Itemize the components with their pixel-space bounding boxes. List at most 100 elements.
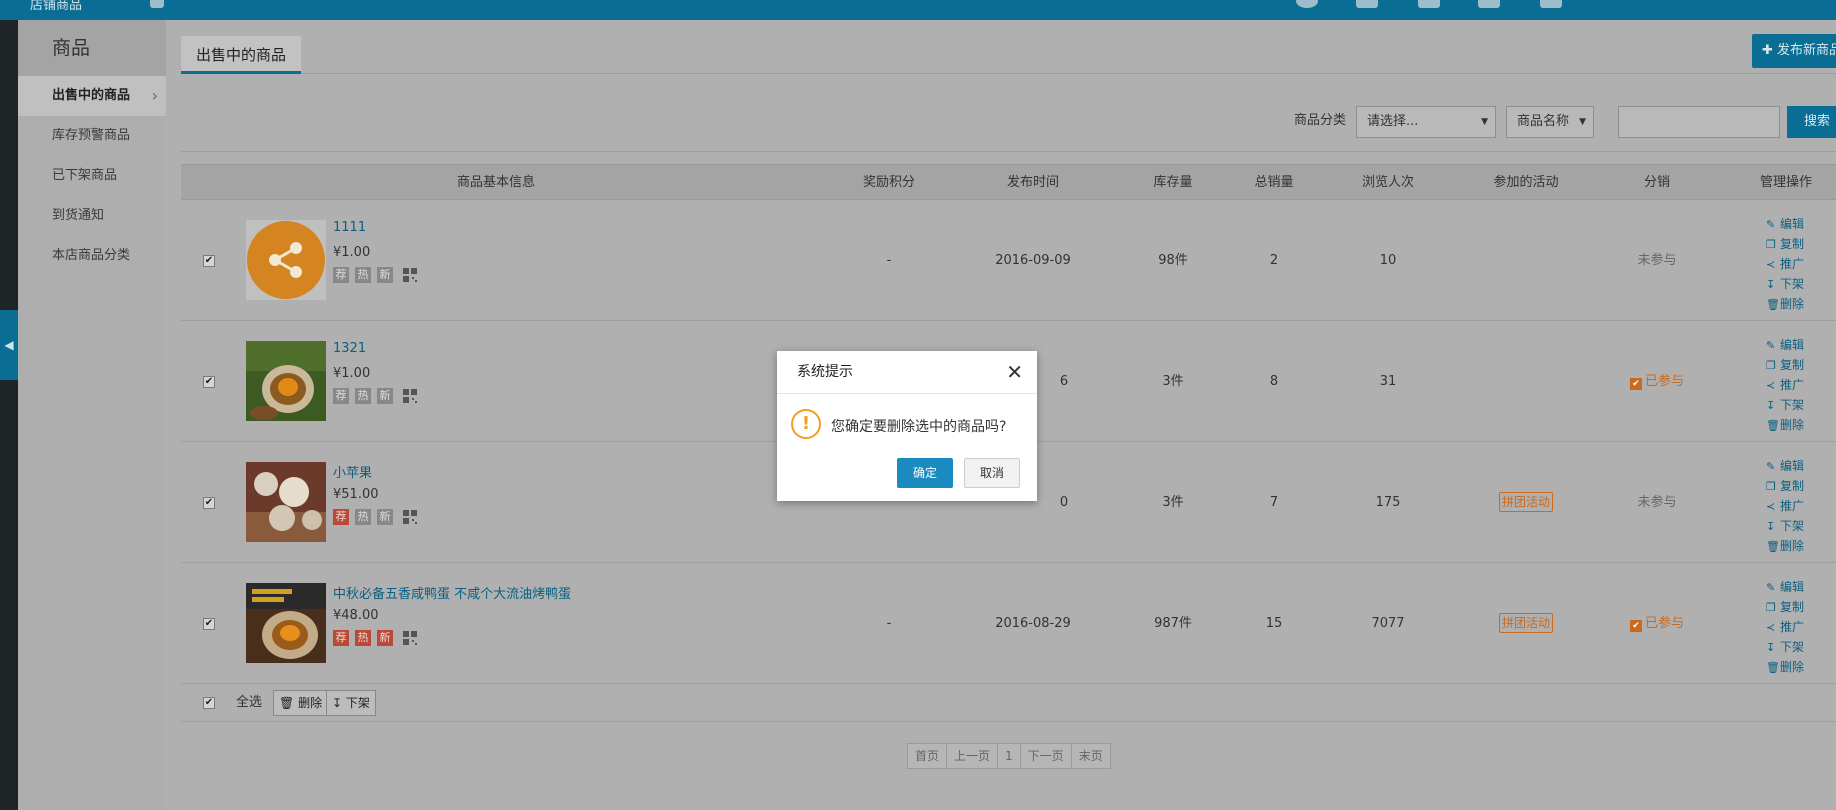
promote-link[interactable]: ≺ 推广: [1766, 254, 1804, 274]
avatar[interactable]: [1540, 0, 1562, 8]
distribution-label: 已参与: [1644, 616, 1684, 631]
delete-link[interactable]: 🗑删除: [1766, 657, 1804, 677]
delete-link[interactable]: 🗑删除: [1766, 536, 1804, 556]
op-label: 复制: [1780, 237, 1805, 251]
cancel-button[interactable]: 取消: [964, 458, 1020, 488]
unshelve-link[interactable]: ↧ 下架: [1766, 516, 1804, 536]
page-next[interactable]: 下一页: [1019, 743, 1072, 769]
promote-link[interactable]: ≺ 推广: [1766, 375, 1804, 395]
sidebar-item-on-sale[interactable]: 出售中的商品 ›: [18, 76, 166, 116]
op-label: 删除: [1780, 418, 1805, 432]
product-name-link[interactable]: 中秋必备五香咸鸭蛋 不咸个大流油烤鸭蛋: [333, 583, 571, 602]
unshelve-link[interactable]: ↧ 下架: [1766, 637, 1804, 657]
edit-link[interactable]: ✎ 编辑: [1766, 577, 1804, 597]
op-label: 复制: [1780, 358, 1805, 372]
qrcode-icon[interactable]: [403, 389, 418, 403]
tag-recommend[interactable]: 荐: [333, 388, 349, 404]
tag-recommend[interactable]: 荐: [333, 267, 349, 283]
row-checkbox[interactable]: ✔: [203, 497, 215, 509]
sidebar-item-store-category[interactable]: 本店商品分类: [18, 236, 166, 276]
tag-recommend[interactable]: 荐: [333, 630, 349, 646]
row-checkbox[interactable]: ✔: [203, 255, 215, 267]
sales-count: 8: [1269, 374, 1279, 389]
arrow-down-icon: ↧: [332, 696, 346, 710]
page-prev[interactable]: 上一页: [946, 743, 999, 769]
help-icon[interactable]: [1296, 0, 1318, 8]
copy-link[interactable]: ❐ 复制: [1766, 597, 1804, 617]
message-icon[interactable]: [1418, 0, 1440, 8]
publish-new-product-button[interactable]: ✚ 发布新商品: [1752, 34, 1836, 68]
sidebar-item-label: 库存预警商品: [52, 128, 131, 143]
product-name-link[interactable]: 小苹果: [333, 462, 372, 481]
tag-new[interactable]: 新: [377, 630, 393, 646]
edit-link[interactable]: ✎ 编辑: [1766, 214, 1804, 234]
product-thumbnail[interactable]: [246, 220, 326, 300]
keyword-input[interactable]: [1618, 106, 1780, 138]
page-last[interactable]: 末页: [1070, 743, 1111, 769]
product-thumbnail[interactable]: [246, 462, 326, 542]
group-buy-badge[interactable]: 拼团活动: [1498, 613, 1553, 633]
op-label: 编辑: [1780, 580, 1805, 594]
tag-hot[interactable]: 热: [355, 388, 371, 404]
close-icon[interactable]: ✕: [1006, 351, 1023, 394]
promote-link[interactable]: ≺ 推广: [1766, 617, 1804, 637]
page-first[interactable]: 首页: [907, 743, 948, 769]
tag-hot[interactable]: 热: [355, 630, 371, 646]
share-icon: ≺: [1766, 379, 1776, 392]
tag-hot[interactable]: 热: [355, 509, 371, 525]
unshelve-link[interactable]: ↧ 下架: [1766, 395, 1804, 415]
product-name-link[interactable]: 1321: [333, 341, 366, 356]
edit-link[interactable]: ✎ 编辑: [1766, 456, 1804, 476]
sidebar-item-stock-warning[interactable]: 库存预警商品: [18, 116, 166, 156]
group-buy-badge[interactable]: 拼团活动: [1498, 492, 1553, 512]
confirm-button[interactable]: 确定: [897, 458, 953, 488]
search-field-select[interactable]: 商品名称 ▼: [1506, 106, 1594, 138]
trash-icon: 🗑: [279, 696, 299, 710]
tag-new[interactable]: 新: [377, 388, 393, 404]
bulk-unshelve-button[interactable]: ↧ 下架: [326, 690, 376, 716]
tab-on-sale[interactable]: 出售中的商品: [181, 36, 302, 74]
edit-link[interactable]: ✎ 编辑: [1766, 335, 1804, 355]
op-label: 复制: [1780, 479, 1805, 493]
category-label: 商品分类: [1294, 113, 1347, 128]
bulk-delete-button[interactable]: 🗑 删除: [273, 690, 329, 716]
tag-recommend[interactable]: 荐: [333, 509, 349, 525]
qr-icon[interactable]: [150, 0, 164, 8]
qrcode-icon[interactable]: [403, 510, 418, 524]
sidebar-item-off-shelf[interactable]: 已下架商品: [18, 156, 166, 196]
delete-link[interactable]: 🗑删除: [1766, 415, 1804, 435]
copy-link[interactable]: ❐ 复制: [1766, 355, 1804, 375]
activity-cell: 拼团活动: [1476, 563, 1576, 684]
row-checkbox[interactable]: ✔: [203, 618, 215, 630]
edit-icon: ✎: [1766, 218, 1776, 231]
sidebar-item-arrival-notice[interactable]: 到货通知: [18, 196, 166, 236]
delete-link[interactable]: 🗑删除: [1766, 294, 1804, 314]
promote-link[interactable]: ≺ 推广: [1766, 496, 1804, 516]
qrcode-icon[interactable]: [403, 268, 418, 282]
arrow-down-icon: ↧: [1766, 641, 1776, 654]
page-number[interactable]: 1: [997, 743, 1021, 769]
product-name-link[interactable]: 1111: [333, 220, 366, 235]
qrcode-icon[interactable]: [403, 631, 418, 645]
copy-link[interactable]: ❐ 复制: [1766, 476, 1804, 496]
product-image: [246, 583, 326, 663]
product-thumbnail[interactable]: [246, 583, 326, 663]
row-checkbox[interactable]: ✔: [203, 376, 215, 388]
category-select[interactable]: 请选择... ▼: [1356, 106, 1496, 138]
tag-new[interactable]: 新: [377, 509, 393, 525]
unshelve-link[interactable]: ↧ 下架: [1766, 274, 1804, 294]
search-button[interactable]: 搜索: [1787, 106, 1836, 138]
col-basic-info: 商品基本信息: [456, 175, 535, 190]
tag-new[interactable]: 新: [377, 267, 393, 283]
distribution-status: ✔ 已参与: [1617, 321, 1697, 442]
collapse-handle[interactable]: ◀: [0, 310, 18, 380]
distribution-status: ✔ 已参与: [1617, 563, 1697, 684]
select-all-checkbox[interactable]: ✔: [203, 697, 215, 709]
tag-hot[interactable]: 热: [355, 267, 371, 283]
product-thumbnail[interactable]: [246, 341, 326, 421]
table-header: 商品基本信息 奖励积分 发布时间 库存量 总销量 浏览人次 参加的活动 分销 管…: [181, 164, 1836, 200]
grid-icon[interactable]: [1356, 0, 1378, 8]
op-label: 编辑: [1780, 338, 1805, 352]
copy-link[interactable]: ❐ 复制: [1766, 234, 1804, 254]
settings-icon[interactable]: [1478, 0, 1500, 8]
